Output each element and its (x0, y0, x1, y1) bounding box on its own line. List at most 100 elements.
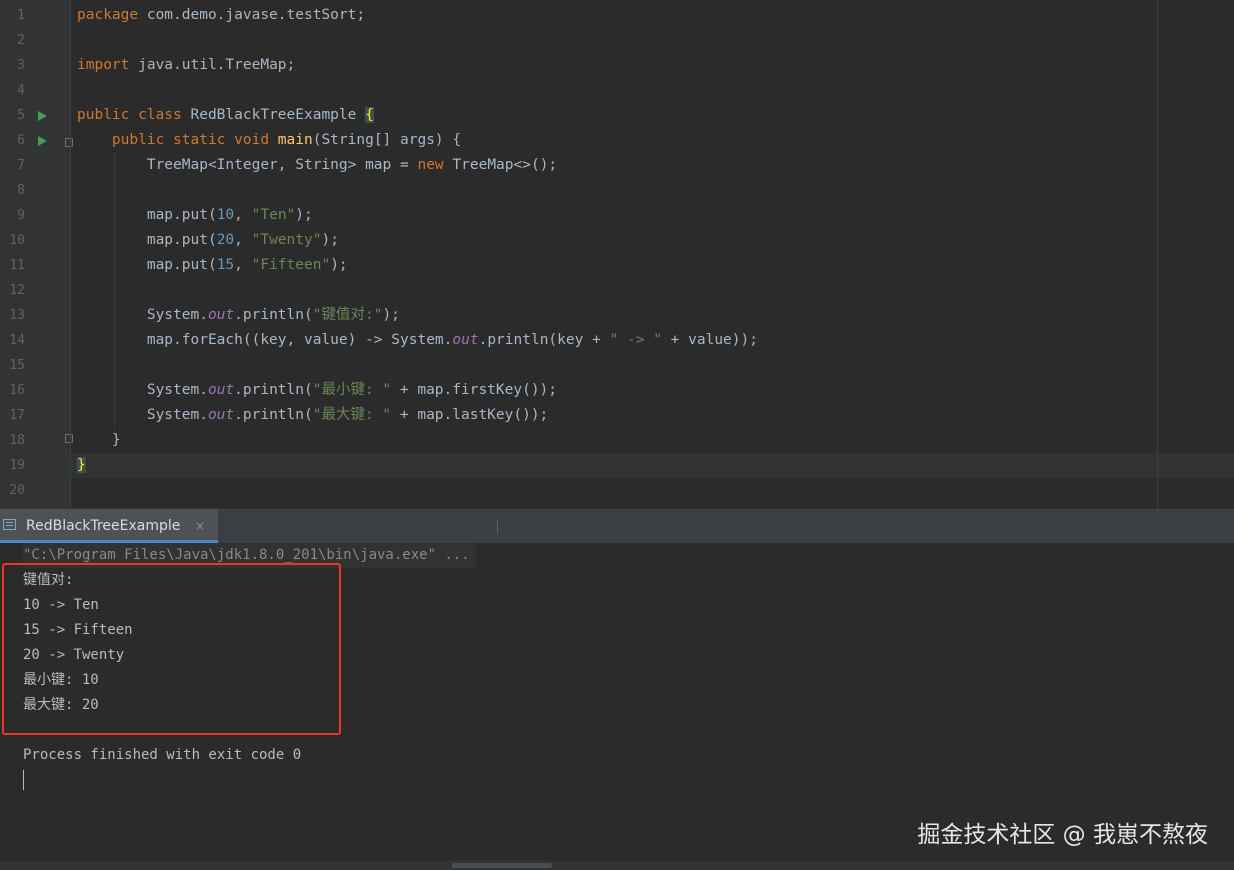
text-cursor (23, 770, 24, 790)
line-number: 2 (17, 33, 25, 48)
static-field: out (207, 307, 235, 323)
fold-icon[interactable] (65, 434, 73, 443)
code-text: , (234, 207, 252, 223)
string-literal: "最大键: " (312, 407, 392, 423)
code-line: } (77, 428, 121, 453)
code-line: package com.demo.javase.testSort; (77, 3, 365, 28)
line-number: 11 (9, 258, 25, 273)
code-line: } (77, 453, 86, 478)
code-line: public static void main(String[] args) { (77, 128, 461, 153)
line-number: 5 (17, 108, 25, 123)
code-text: , (234, 257, 252, 273)
run-tab-label: RedBlackTreeExample (26, 518, 181, 534)
matched-brace: { (365, 107, 374, 123)
run-class-icon[interactable] (38, 111, 47, 121)
code-text: com.demo.javase.testSort; (138, 7, 366, 23)
current-line-highlight (71, 453, 1234, 478)
code-text: ); (295, 207, 313, 223)
annotation-highlight-box (2, 563, 341, 735)
line-number: 14 (9, 333, 25, 348)
gutter-border (70, 0, 71, 508)
code-text: System. (77, 382, 208, 398)
line-number: 8 (17, 183, 25, 198)
code-text: + map.lastKey()); (391, 407, 549, 423)
method-name: main (277, 132, 313, 148)
number-literal: 15 (216, 257, 235, 273)
code-line: System.out.println("最大键: " + map.lastKey… (77, 403, 548, 428)
code-line: TreeMap<Integer, String> map = new TreeM… (77, 153, 557, 178)
line-number: 3 (17, 58, 25, 73)
console-icon (3, 519, 16, 530)
line-number: 20 (9, 483, 25, 498)
code-text: .println( (234, 307, 313, 323)
code-line: import java.util.TreeMap; (77, 53, 295, 78)
number-literal: 20 (216, 232, 235, 248)
code-line: System.out.println("键值对:"); (77, 303, 400, 328)
line-number: 19 (9, 458, 25, 473)
keyword: public static void (111, 132, 270, 148)
string-literal: "Twenty" (251, 232, 322, 248)
line-number: 16 (9, 383, 25, 398)
code-line: public class RedBlackTreeExample { (77, 103, 374, 128)
right-margin-guide (1157, 0, 1158, 508)
code-text: map.put( (77, 207, 217, 223)
code-text: } (77, 432, 121, 448)
keyword: package (77, 7, 139, 23)
line-number: 7 (17, 158, 25, 173)
line-number: 15 (9, 358, 25, 373)
string-literal: "Fifteen" (251, 257, 331, 273)
code-line: map.put(15, "Fifteen"); (77, 253, 348, 278)
scrollbar-thumb[interactable] (452, 863, 552, 868)
run-tool-window-header: RedBlackTreeExample × (0, 508, 1234, 543)
code-line: System.out.println("最小键: " + map.firstKe… (77, 378, 557, 403)
tab-divider (497, 519, 498, 533)
code-text: .println(key + (478, 332, 610, 348)
fold-icon[interactable] (65, 138, 73, 147)
code-text: System. (77, 407, 208, 423)
line-number: 18 (9, 433, 25, 448)
keyword: new (417, 157, 444, 173)
line-number: 17 (9, 408, 25, 423)
code-text: java.util.TreeMap; (129, 57, 296, 73)
keyword: public class (77, 107, 182, 123)
horizontal-scrollbar[interactable] (0, 861, 1234, 870)
code-line: map.forEach((key, value) -> System.out.p… (77, 328, 758, 353)
watermark: 掘金技术社区 @ 我崽不熬夜 (917, 822, 1208, 848)
editor-gutter: 1 2 3 4 5 6 7 8 9 10 11 12 13 14 15 16 1… (0, 0, 73, 508)
code-line: map.put(20, "Twenty"); (77, 228, 339, 253)
string-literal: "键值对:" (312, 307, 383, 323)
close-icon[interactable]: × (195, 509, 205, 543)
matched-brace: } (77, 457, 86, 473)
line-number: 13 (9, 308, 25, 323)
line-number: 6 (17, 133, 25, 148)
code-text: map.put( (77, 232, 217, 248)
number-literal: 10 (216, 207, 235, 223)
code-text: TreeMap<Integer, String> map = (77, 157, 418, 173)
code-text: .println( (234, 382, 313, 398)
exit-message: Process finished with exit code 0 (23, 747, 302, 763)
run-main-icon[interactable] (38, 136, 47, 146)
static-field: out (207, 407, 235, 423)
code-text: ); (330, 257, 348, 273)
code-text: ); (321, 232, 339, 248)
code-line: map.put(10, "Ten"); (77, 203, 313, 228)
line-number: 1 (17, 8, 25, 23)
code-text: , (234, 232, 252, 248)
code-text: map.forEach((key, value) -> System. (77, 332, 453, 348)
code-text: + map.firstKey()); (391, 382, 558, 398)
string-literal: "Ten" (251, 207, 296, 223)
line-number: 4 (17, 83, 25, 98)
code-text: (String[] args) { (312, 132, 462, 148)
code-text: + value)); (661, 332, 758, 348)
run-tab[interactable]: RedBlackTreeExample × (0, 509, 218, 543)
code-text: map.put( (77, 257, 217, 273)
code-text: ); (382, 307, 400, 323)
string-literal: "最小键: " (312, 382, 392, 398)
line-number: 12 (9, 283, 25, 298)
code-text: .println( (234, 407, 313, 423)
line-number: 10 (9, 233, 25, 248)
code-editor[interactable]: 1 2 3 4 5 6 7 8 9 10 11 12 13 14 15 16 1… (0, 0, 1234, 508)
code-text: TreeMap<>(); (443, 157, 558, 173)
